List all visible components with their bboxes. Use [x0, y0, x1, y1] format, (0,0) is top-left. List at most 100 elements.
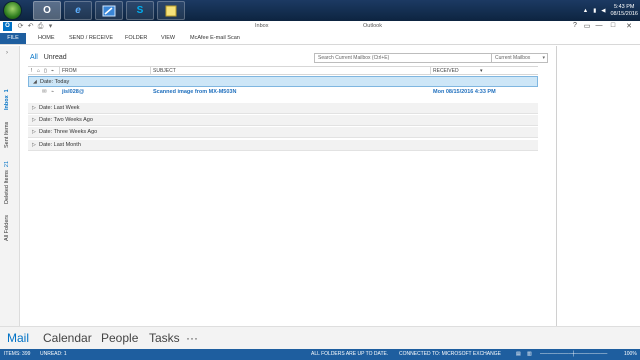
expand-triangle-icon[interactable]: ▷	[32, 140, 39, 151]
column-separator	[150, 67, 151, 75]
chevron-down-icon: ▾	[542, 55, 545, 61]
search-placeholder: Search Current Mailbox (Ctrl+E)	[318, 55, 390, 61]
reminder-column-icon[interactable]: ⌂	[37, 68, 40, 74]
column-received[interactable]: RECEIVED	[433, 68, 459, 74]
group-header-last-month[interactable]: ▷ Date: Last Month	[28, 140, 538, 151]
status-unread: UNREAD: 1	[40, 351, 67, 357]
expand-folder-pane-icon[interactable]: ›	[6, 50, 8, 56]
status-sync: ALL FOLDERS ARE UP TO DATE.	[311, 351, 389, 357]
normal-view-icon[interactable]: ▤	[516, 349, 521, 360]
status-items: ITEMS: 399	[4, 351, 31, 357]
rail-item-count: 1	[4, 89, 10, 93]
tab-home[interactable]: HOME	[34, 33, 59, 44]
table-row[interactable]: ✉ ⌁ jisl028@ Scanned image from MX-M503N…	[28, 87, 538, 98]
nav-people[interactable]: People	[101, 331, 138, 345]
zoom-level[interactable]: 100%	[624, 349, 637, 360]
importance-column-icon[interactable]: !	[31, 68, 32, 74]
windows-taskbar: O e S ▲ ▮ ◀ 5:43 PM 08/15/2016	[0, 0, 640, 21]
print-icon[interactable]: ⎙	[36, 22, 45, 31]
group-label: Date: Last Week	[39, 105, 80, 111]
message-from: jisl028@	[62, 89, 85, 95]
column-header: ! ⌂ ▯ ⌁ FROM SUBJECT RECEIVED ▾	[28, 66, 538, 75]
filter-unread[interactable]: Unread	[44, 54, 67, 61]
minimize-button[interactable]: —	[594, 22, 604, 29]
system-tray: ▲ ▮ ◀ 5:43 PM 08/15/2016	[583, 0, 638, 21]
reading-pane[interactable]	[556, 46, 640, 326]
column-subject[interactable]: SUBJECT	[153, 68, 176, 74]
start-button[interactable]	[3, 1, 22, 20]
window-titlebar: O ⟳ ↶ ⎙ ▾ Inbox Outlook ? ▭ — □ ✕	[0, 21, 640, 33]
taskbar-app-icon[interactable]	[95, 1, 123, 20]
maximize-button[interactable]: □	[608, 22, 618, 29]
group-label: Date: Three Weeks Ago	[39, 129, 98, 135]
tab-folder[interactable]: FOLDER	[121, 33, 151, 44]
column-separator	[430, 67, 431, 75]
group-header-three-weeks-ago[interactable]: ▷ Date: Three Weeks Ago	[28, 127, 538, 138]
icon-column-icon[interactable]: ▯	[44, 68, 47, 74]
bottom-navigation: Mail Calendar People Tasks ···	[0, 326, 640, 349]
tab-file[interactable]: FILE	[0, 33, 26, 44]
rail-item-inbox[interactable]: Inbox 1	[4, 89, 10, 110]
column-from[interactable]: FROM	[62, 68, 77, 74]
tray-flag-icon[interactable]: ▲	[583, 8, 588, 14]
expand-triangle-icon[interactable]: ▷	[32, 127, 39, 138]
expand-triangle-icon[interactable]: ▷	[32, 103, 39, 114]
clock[interactable]: 5:43 PM 08/15/2016	[610, 4, 638, 18]
list-filters: All Unread	[30, 54, 67, 61]
rail-item-count: 21	[4, 160, 10, 168]
nav-mail[interactable]: Mail	[7, 331, 29, 345]
attachment-column-icon[interactable]: ⌁	[51, 68, 54, 74]
status-bar: ITEMS: 399 UNREAD: 1 ALL FOLDERS ARE UP …	[0, 349, 640, 360]
taskbar-ie-icon[interactable]: e	[64, 1, 92, 20]
reading-view-icon[interactable]: ▥	[527, 349, 532, 360]
taskbar-skype-icon[interactable]: S	[126, 1, 154, 20]
volume-icon[interactable]: ◀	[601, 8, 605, 14]
group-header-two-weeks-ago[interactable]: ▷ Date: Two Weeks Ago	[28, 115, 538, 126]
message-received: Mon 08/15/2016 4:33 PM	[433, 89, 496, 95]
ribbon-display-icon[interactable]: ▭	[582, 22, 592, 30]
tab-send-receive[interactable]: SEND / RECEIVE	[65, 33, 117, 44]
customize-qa-icon[interactable]: ▾	[46, 22, 55, 31]
rail-item-label: Inbox	[4, 95, 10, 110]
window-folder-title: Inbox	[255, 23, 269, 29]
tab-view[interactable]: VIEW	[157, 33, 179, 44]
message-list-pane: All Unread Search Current Mailbox (Ctrl+…	[24, 46, 554, 326]
attachment-icon: ⌁	[51, 89, 55, 95]
zoom-slider[interactable]: ─────────┼─────────	[540, 349, 607, 360]
search-scope-label: Current Mailbox	[495, 55, 531, 61]
rail-item-label: Sent Items	[4, 121, 10, 148]
envelope-icon: ✉	[42, 89, 47, 95]
clock-time: 5:43 PM	[613, 3, 635, 10]
nav-tasks[interactable]: Tasks	[149, 331, 180, 345]
clock-date: 08/15/2016	[610, 10, 638, 17]
sort-descending-icon: ▾	[480, 68, 483, 74]
folder-nav-rail: › Inbox 1 Sent Items Deleted Items 21 All …	[0, 46, 20, 326]
close-button[interactable]: ✕	[624, 22, 634, 30]
group-label: Date: Last Month	[39, 142, 81, 148]
nav-calendar[interactable]: Calendar	[43, 331, 92, 345]
rail-item-sent-items[interactable]: Sent Items	[4, 122, 10, 148]
expand-triangle-icon[interactable]: ▷	[32, 115, 39, 126]
network-icon[interactable]: ▮	[593, 8, 596, 14]
message-subject: Scanned image from MX-M503N	[153, 89, 237, 95]
group-header-today[interactable]: ◢ Date: Today	[28, 76, 538, 87]
nav-more-icon[interactable]: ···	[186, 331, 198, 345]
send-receive-icon[interactable]: ⟳	[16, 22, 25, 31]
filter-all[interactable]: All	[30, 54, 38, 61]
taskbar-sticky-notes-icon[interactable]	[157, 1, 185, 20]
outlook-app-icon: O	[3, 22, 12, 31]
help-icon[interactable]: ?	[570, 22, 580, 29]
status-connection: CONNECTED TO: MICROSOFT EXCHANGE	[399, 351, 501, 357]
group-label: Date: Today	[40, 79, 70, 85]
tab-mcafee[interactable]: McAfee E-mail Scan	[186, 33, 244, 44]
search-scope-dropdown[interactable]: Current Mailbox ▾	[491, 53, 548, 63]
search-input[interactable]: Search Current Mailbox (Ctrl+E) ⌕	[314, 53, 514, 63]
group-label: Date: Two Weeks Ago	[39, 117, 93, 123]
taskbar-outlook-icon[interactable]: O	[33, 1, 61, 20]
rail-item-all-folders[interactable]: All Folders	[4, 215, 10, 241]
window-app-title: Outlook	[363, 23, 382, 29]
ribbon-tabs: FILE HOME SEND / RECEIVE FOLDER VIEW McA…	[0, 33, 640, 45]
rail-item-deleted-items[interactable]: Deleted Items 21	[4, 161, 10, 204]
undo-icon[interactable]: ↶	[26, 22, 35, 31]
group-header-last-week[interactable]: ▷ Date: Last Week	[28, 103, 538, 114]
